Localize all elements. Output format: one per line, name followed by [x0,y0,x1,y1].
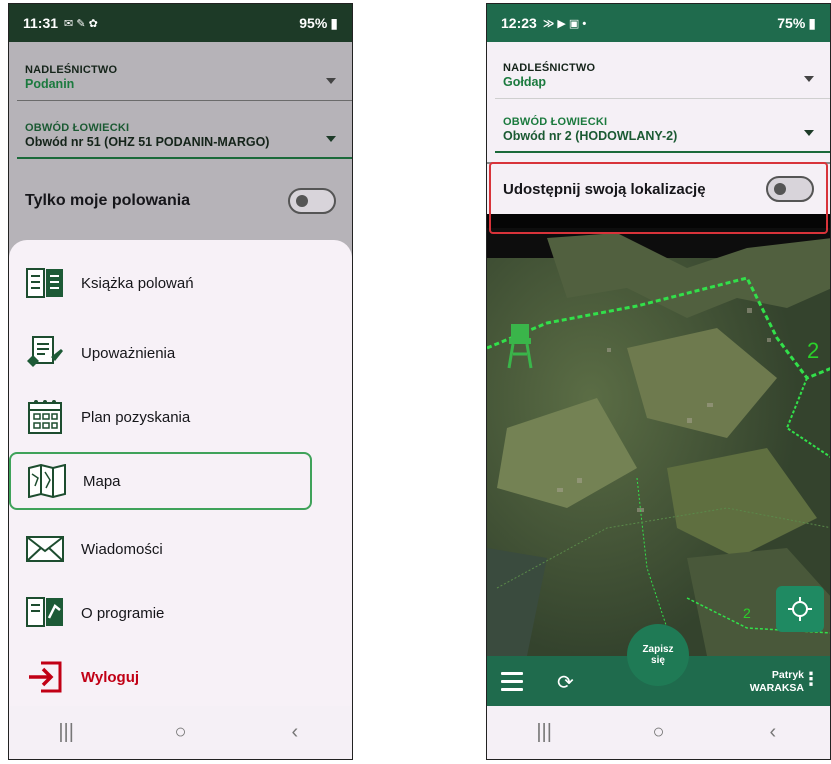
menu-item-ksiazka[interactable]: Książka polowań [9,254,352,312]
system-nav-bar: ||| ○ ‹ [487,706,830,759]
system-nav-bar: ||| ○ ‹ [9,706,352,759]
calendar-plan-icon [23,397,67,437]
nadlesnictwo-value: Podanin [25,77,75,91]
user-last-name: WARAKSA [749,681,804,694]
nadlesnictwo-value: Gołdap [503,75,547,89]
fab-line1: Zapisz [642,643,674,655]
menu-item-label: O programie [81,604,165,622]
obwod-value: Obwód nr 2 (HODOWLANY-2) [503,129,678,143]
only-my-hunts-toggle[interactable] [288,188,336,214]
filters-panel: NADLEŚNICTWO Gołdap OBWÓD ŁOWIECKI Obwód… [487,42,830,162]
chevron-down-icon [326,78,336,84]
fab-line2: się [651,655,665,666]
menu-item-wyloguj[interactable]: Wyloguj [9,648,352,706]
obwod-select[interactable]: OBWÓD ŁOWIECKI Obwód nr 51 (OHZ 51 PODAN… [17,122,352,159]
more-options-icon[interactable]: ⋮ [802,670,820,688]
menu-item-upowaznienia[interactable]: Upoważnienia [9,324,352,382]
menu-item-label: Książka polowań [81,274,194,292]
area-number-label-2: 2 [743,605,751,621]
recent-apps-button[interactable]: ||| [524,721,564,744]
area-number-label: 2 [807,338,819,363]
left-phone: 11:31 ✉ ✎ ✿ 95% ▮ NADLEŚNICTWO Podanin O… [8,3,353,760]
filters-panel: NADLEŚNICTWO Podanin OBWÓD ŁOWIECKI Obwó… [9,42,352,262]
obwod-select[interactable]: OBWÓD ŁOWIECKI Obwód nr 2 (HODOWLANY-2) [495,116,830,153]
nadlesnictwo-label: NADLEŚNICTWO [25,64,118,76]
sign-up-button[interactable]: Zapisz się [627,624,689,686]
status-bar: 11:31 ✉ ✎ ✿ 95% ▮ [9,4,352,42]
chevron-down-icon [326,136,336,142]
status-time: 12:23 [501,15,537,31]
back-button[interactable]: ‹ [753,721,793,744]
menu-item-label: Upoważnienia [81,344,176,362]
status-bar: 12:23 ≫ ▶ ▣ • 75% ▮ [487,4,830,42]
user-first-name: Patryk [771,669,804,681]
nadlesnictwo-select[interactable]: NADLEŚNICTWO Gołdap [495,62,830,99]
home-button[interactable]: ○ [160,721,200,744]
only-my-hunts-row: Tylko moje polowania [9,172,352,230]
refresh-icon[interactable]: ⟳ [557,670,574,695]
nadlesnictwo-select[interactable]: NADLEŚNICTWO Podanin [17,64,352,101]
nadlesnictwo-label: NADLEŚNICTWO [503,62,596,74]
recent-apps-button[interactable]: ||| [46,721,86,744]
only-my-hunts-label: Tylko moje polowania [25,192,191,209]
divider [495,98,830,99]
divider [17,100,352,101]
envelope-icon [23,529,67,569]
menu-hamburger-icon[interactable] [501,672,523,696]
battery-level: 95% [299,15,328,31]
battery-icon: ▮ [808,14,816,31]
battery-level: 75% [777,15,806,31]
obwod-label: OBWÓD ŁOWIECKI [503,116,608,128]
locate-me-button[interactable] [776,586,824,632]
divider [17,157,352,159]
menu-item-mapa[interactable]: Mapa [9,452,312,510]
menu-item-plan[interactable]: Plan pozyskania [9,388,352,446]
authorization-icon [23,333,67,373]
chevron-down-icon [804,76,814,82]
menu-item-label: Plan pozyskania [81,408,191,426]
menu-item-label: Mapa [83,472,121,490]
battery-icon: ▮ [330,14,338,31]
map-icon [25,461,69,501]
highlight-frame [489,162,828,234]
about-icon [23,593,67,633]
home-button[interactable]: ○ [638,721,678,744]
crosshair-icon [788,597,812,621]
menu-item-label: Wyloguj [81,668,140,686]
notification-icons: ≫ ▶ ▣ • [542,17,587,30]
status-time: 11:31 [23,15,59,31]
divider [495,151,830,153]
menu-item-o-programie[interactable]: O programie [9,584,352,642]
obwod-label: OBWÓD ŁOWIECKI [25,122,130,134]
right-phone: 12:23 ≫ ▶ ▣ • 75% ▮ NADLEŚNICTWO Gołdap … [486,3,831,760]
back-button[interactable]: ‹ [275,721,315,744]
menu-sheet: Książka polowań Upoważnienia Plan pozysk… [9,240,352,707]
menu-item-label: Wiadomości [81,540,163,558]
menu-item-wiadomosci[interactable]: Wiadomości [9,520,352,578]
obwod-value: Obwód nr 51 (OHZ 51 PODANIN-MARGO) [25,135,270,149]
logout-icon [23,657,67,697]
notification-icons: ✉ ✎ ✿ [64,17,98,30]
user-name: Patryk WARAKSA [750,669,804,694]
chevron-down-icon [804,130,814,136]
bottom-app-bar: ⟳ Zapisz się Patryk WARAKSA ⋮ [487,624,830,708]
book-icon [23,263,67,303]
